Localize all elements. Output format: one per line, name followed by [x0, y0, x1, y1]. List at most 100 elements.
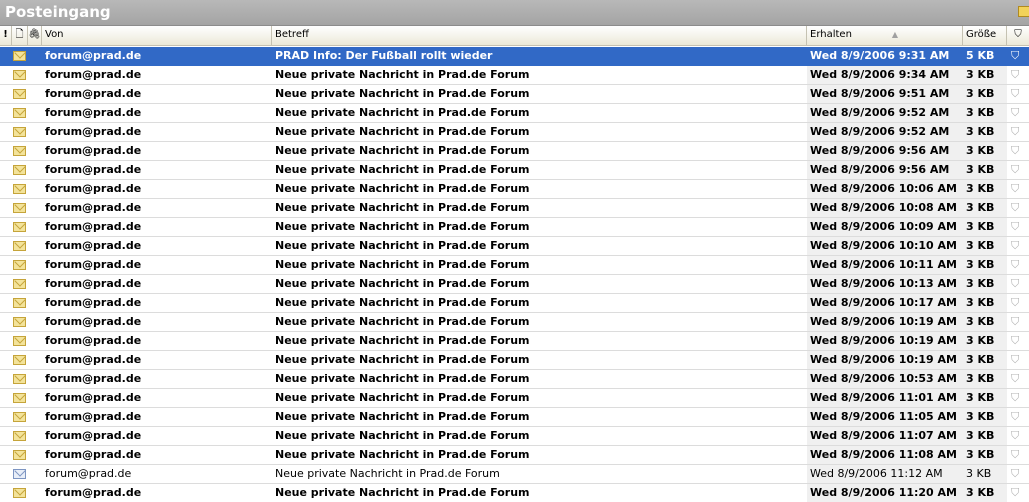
flag-icon[interactable]: ⛉ — [1011, 145, 1023, 157]
message-subject: Neue private Nachricht in Prad.de Forum — [275, 87, 530, 100]
message-row[interactable]: forum@prad.de Neue private Nachricht in P… — [0, 275, 1029, 294]
flag-icon[interactable]: ⛉ — [1011, 411, 1023, 423]
flag-icon[interactable]: ⛉ — [1011, 373, 1023, 385]
flag-icon[interactable]: ⛉ — [1011, 297, 1023, 309]
message-row[interactable]: forum@prad.de Neue private Nachricht in P… — [0, 332, 1029, 351]
attachment-column-header[interactable]: 🖇 — [28, 26, 42, 45]
folder-title-bar: Posteingang — [0, 0, 1029, 26]
message-row[interactable]: forum@prad.de Neue private Nachricht in P… — [0, 294, 1029, 313]
message-subject: Neue private Nachricht in Prad.de Forum — [275, 220, 530, 233]
envelope-closed-icon — [13, 51, 26, 61]
subject-column-header[interactable]: Betreff — [272, 26, 807, 45]
message-subject: Neue private Nachricht in Prad.de Forum — [275, 353, 530, 366]
flag-icon[interactable]: ⛉ — [1011, 354, 1023, 366]
sort-ascending-icon: ▲ — [891, 30, 899, 39]
message-subject: Neue private Nachricht in Prad.de Forum — [275, 277, 530, 290]
folder-corner-icon[interactable] — [1018, 6, 1029, 17]
envelope-closed-icon — [13, 450, 26, 460]
flag-icon[interactable]: ⛉ — [1011, 316, 1023, 328]
message-sender: forum@prad.de — [45, 353, 142, 366]
message-received: Wed 8/9/2006 10:13 AM — [807, 275, 963, 293]
message-subject: Neue private Nachricht in Prad.de Forum — [275, 163, 530, 176]
message-size: 3 KB — [963, 199, 1007, 217]
column-header-row: ! 🗋 🖇 Von Betreff Erhalten ▲ Größe ⛉ — [0, 26, 1029, 46]
message-subject: Neue private Nachricht in Prad.de Forum — [275, 410, 530, 423]
message-row[interactable]: forum@prad.de Neue private Nachricht in P… — [0, 85, 1029, 104]
message-row[interactable]: forum@prad.de Neue private Nachricht in P… — [0, 104, 1029, 123]
message-subject: Neue private Nachricht in Prad.de Forum — [275, 372, 530, 385]
message-row[interactable]: forum@prad.de PRAD Info: Der Fußball roll… — [0, 47, 1029, 66]
message-row[interactable]: forum@prad.de Neue private Nachricht in P… — [0, 237, 1029, 256]
message-row[interactable]: forum@prad.de Neue private Nachricht in P… — [0, 123, 1029, 142]
flag-icon[interactable]: ⛉ — [1011, 164, 1023, 176]
flag-icon[interactable]: ⛉ — [1011, 202, 1023, 214]
message-row[interactable]: forum@prad.de Neue private Nachricht in P… — [0, 484, 1029, 502]
message-row[interactable]: forum@prad.de Neue private Nachricht in P… — [0, 66, 1029, 85]
flag-icon[interactable]: ⛉ — [1011, 183, 1023, 195]
message-subject: Neue private Nachricht in Prad.de Forum — [275, 334, 530, 347]
flag-icon[interactable]: ⛉ — [1011, 259, 1023, 271]
flag-icon[interactable]: ⛉ — [1011, 88, 1023, 100]
message-sender: forum@prad.de — [45, 201, 142, 214]
flag-icon[interactable]: ⛉ — [1011, 126, 1023, 138]
message-sender: forum@prad.de — [45, 163, 142, 176]
envelope-closed-icon — [13, 317, 26, 327]
message-sender: forum@prad.de — [45, 68, 142, 81]
flag-icon[interactable]: ⛉ — [1011, 278, 1023, 290]
envelope-closed-icon — [13, 108, 26, 118]
message-sender: forum@prad.de — [45, 144, 142, 157]
flag-icon[interactable]: ⛉ — [1011, 107, 1023, 119]
flag-icon[interactable]: ⛉ — [1011, 69, 1023, 81]
message-size: 3 KB — [963, 66, 1007, 84]
from-column-header[interactable]: Von — [42, 26, 272, 45]
flag-column-header[interactable]: ⛉ — [1007, 26, 1029, 45]
size-column-header[interactable]: Größe — [963, 26, 1007, 45]
message-sender: forum@prad.de — [45, 49, 142, 62]
envelope-closed-icon — [13, 184, 26, 194]
message-row[interactable]: forum@prad.de Neue private Nachricht in P… — [0, 427, 1029, 446]
message-row[interactable]: forum@prad.de Neue private Nachricht in P… — [0, 389, 1029, 408]
envelope-closed-icon — [13, 127, 26, 137]
flag-icon[interactable]: ⛉ — [1011, 50, 1023, 62]
envelope-closed-icon — [13, 374, 26, 384]
message-sender: forum@prad.de — [45, 277, 142, 290]
message-subject: Neue private Nachricht in Prad.de Forum — [275, 315, 530, 328]
message-row[interactable]: forum@prad.de Neue private Nachricht in P… — [0, 408, 1029, 427]
flag-icon[interactable]: ⛉ — [1011, 335, 1023, 347]
icon-column-header[interactable]: 🗋 — [12, 26, 28, 45]
message-sender: forum@prad.de — [45, 182, 142, 195]
message-subject: Neue private Nachricht in Prad.de Forum — [275, 486, 530, 499]
message-row[interactable]: forum@prad.de Neue private Nachricht in P… — [0, 199, 1029, 218]
message-row[interactable]: forum@prad.de Neue private Nachricht in P… — [0, 446, 1029, 465]
message-row[interactable]: forum@prad.de Neue private Nachricht in P… — [0, 180, 1029, 199]
envelope-closed-icon — [13, 298, 26, 308]
message-size: 3 KB — [963, 446, 1007, 464]
message-row[interactable]: forum@prad.de Neue private Nachricht in P… — [0, 351, 1029, 370]
flag-icon[interactable]: ⛉ — [1011, 240, 1023, 252]
message-subject: Neue private Nachricht in Prad.de Forum — [275, 429, 530, 442]
message-size: 3 KB — [963, 104, 1007, 122]
message-row[interactable]: forum@prad.de Neue private Nachricht in P… — [0, 370, 1029, 389]
message-received: Wed 8/9/2006 10:19 AM — [807, 313, 963, 331]
message-row[interactable]: forum@prad.de Neue private Nachricht in P… — [0, 161, 1029, 180]
envelope-closed-icon — [13, 431, 26, 441]
flag-icon[interactable]: ⛉ — [1011, 430, 1023, 442]
envelope-closed-icon — [13, 146, 26, 156]
message-size: 3 KB — [963, 427, 1007, 445]
importance-column-header[interactable]: ! — [0, 26, 12, 45]
received-column-header[interactable]: Erhalten ▲ — [807, 26, 963, 45]
message-received: Wed 8/9/2006 11:01 AM — [807, 389, 963, 407]
message-subject: PRAD Info: Der Fußball rollt wieder — [275, 49, 493, 62]
flag-icon[interactable]: ⛉ — [1011, 392, 1023, 404]
message-row[interactable]: forum@prad.de Neue private Nachricht in P… — [0, 313, 1029, 332]
message-row[interactable]: forum@prad.de Neue private Nachricht in P… — [0, 218, 1029, 237]
flag-icon[interactable]: ⛉ — [1011, 449, 1023, 461]
message-sender: forum@prad.de — [45, 315, 142, 328]
message-subject: Neue private Nachricht in Prad.de Forum — [275, 106, 530, 119]
flag-icon[interactable]: ⛉ — [1011, 221, 1023, 233]
flag-icon[interactable]: ⛉ — [1011, 487, 1023, 499]
message-row[interactable]: forum@prad.de Neue private Nachricht in P… — [0, 142, 1029, 161]
message-row[interactable]: forum@prad.de Neue private Nachricht in P… — [0, 465, 1029, 484]
message-row[interactable]: forum@prad.de Neue private Nachricht in P… — [0, 256, 1029, 275]
flag-icon[interactable]: ⛉ — [1011, 468, 1023, 480]
